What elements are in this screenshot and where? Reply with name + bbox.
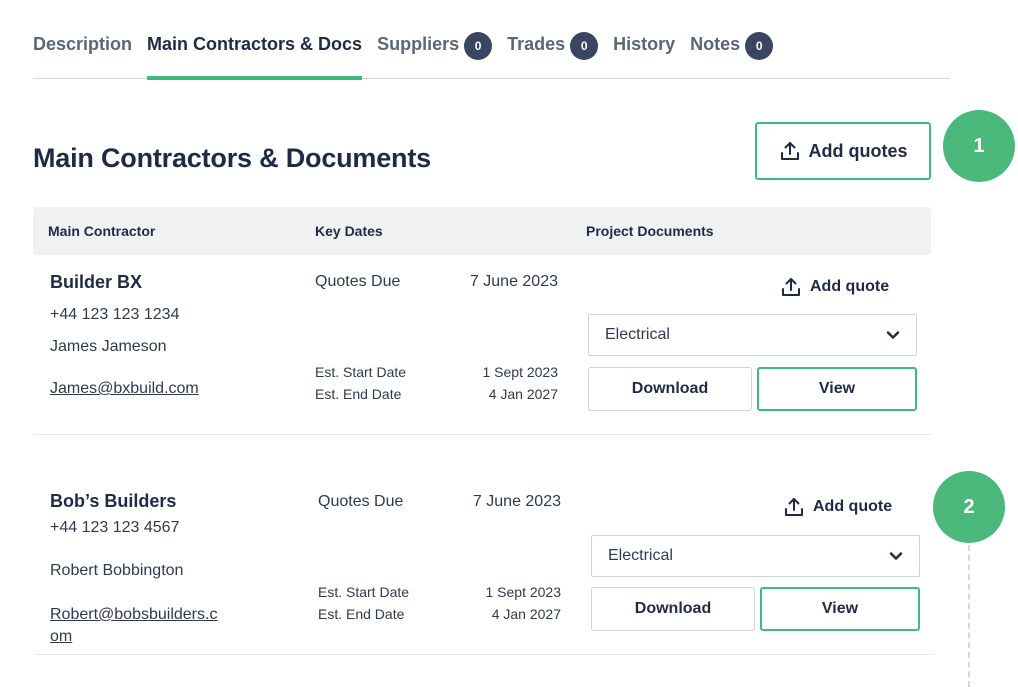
contractor-phone: +44 123 123 1234 (50, 306, 180, 323)
column-header: Key Dates (315, 223, 383, 239)
upload-icon (783, 496, 805, 518)
chevron-down-icon (889, 551, 903, 561)
start-date-label: Est. Start Date (315, 364, 407, 380)
contractor-name: Bob’s Builders (50, 491, 177, 511)
tab-label: Description (33, 34, 133, 54)
tab-label: History (613, 34, 676, 54)
step-marker-2: 2 (933, 471, 1005, 543)
tab-bar: Description Main Contractors & Docs Supp… (33, 30, 950, 80)
upload-icon (779, 140, 801, 162)
tab-suppliers[interactable]: Suppliers 0 (377, 30, 493, 79)
tab-label: Trades (507, 34, 566, 54)
add-quote-button[interactable]: Add quote (780, 276, 889, 298)
table-header: Main Contractor Key Dates Project Docume… (33, 207, 931, 255)
download-button[interactable]: Download (588, 367, 752, 411)
document-type-select[interactable]: Electrical (588, 314, 917, 356)
end-date-label: Est. End Date (318, 606, 405, 622)
start-date: 1 Sept 2023 (485, 584, 561, 600)
end-date: 4 Jan 2027 (491, 606, 561, 622)
tab-history[interactable]: History (613, 30, 675, 79)
tab-notes[interactable]: Notes 0 (690, 30, 774, 79)
select-value: Electrical (605, 326, 670, 343)
column-header: Main Contractor (48, 223, 156, 239)
view-button[interactable]: View (757, 367, 917, 411)
tab-label: Suppliers (377, 34, 460, 54)
contractor-phone: +44 123 123 4567 (50, 519, 180, 536)
add-quotes-button[interactable]: Add quotes (755, 122, 931, 180)
chevron-down-icon (886, 330, 900, 340)
start-date: 1 Sept 2023 (482, 364, 558, 380)
contractor-contact: Robert Bobbington (50, 562, 184, 579)
add-quote-button[interactable]: Add quote (783, 496, 892, 518)
contractor-row: Builder BX +44 123 123 1234 James Jameso… (33, 255, 931, 435)
tab-label: Main Contractors & Docs (147, 34, 363, 54)
download-button[interactable]: Download (591, 587, 755, 631)
view-button[interactable]: View (760, 587, 920, 631)
add-quote-label: Add quote (810, 278, 890, 295)
tab-trades[interactable]: Trades 0 (507, 30, 599, 79)
tab-label: Notes (690, 34, 741, 54)
upload-icon (780, 276, 802, 298)
quotes-due-date: 7 June 2023 (472, 493, 561, 510)
tab-description[interactable]: Description (33, 30, 132, 79)
end-date: 4 Jan 2027 (488, 386, 558, 402)
document-type-select[interactable]: Electrical (591, 535, 920, 577)
count-badge: 0 (464, 32, 493, 60)
contractor-email-link[interactable]: James@bxbuild.com (50, 378, 225, 400)
add-quotes-label: Add quotes (808, 140, 908, 161)
quotes-due-date: 7 June 2023 (469, 273, 558, 290)
quotes-due-label: Quotes Due (315, 273, 401, 290)
tab-main-contractors-docs[interactable]: Main Contractors & Docs (147, 30, 363, 80)
page-title: Main Contractors & Documents (33, 143, 431, 173)
connector-line (968, 545, 970, 687)
contractor-email-link[interactable]: Robert@bobsbuilders.com (50, 604, 220, 648)
start-date-label: Est. Start Date (318, 584, 410, 600)
quotes-due-label: Quotes Due (318, 493, 404, 510)
count-badge: 0 (745, 32, 774, 60)
contractor-row: Bob’s Builders +44 123 123 4567 Robert B… (36, 475, 934, 655)
end-date-label: Est. End Date (315, 386, 402, 402)
select-value: Electrical (608, 547, 673, 564)
contractor-name: Builder BX (50, 272, 143, 292)
column-header: Project Documents (586, 223, 714, 239)
step-marker-1: 1 (943, 110, 1015, 182)
contractor-contact: James Jameson (50, 338, 167, 355)
count-badge: 0 (570, 32, 599, 60)
add-quote-label: Add quote (813, 498, 893, 515)
